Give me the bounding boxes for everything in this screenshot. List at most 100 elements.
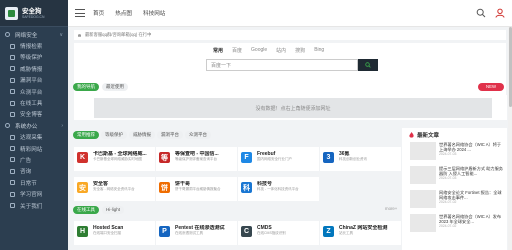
- site-logo-icon: C: [241, 226, 252, 237]
- topbar: 首页 热点图 科技网站: [68, 0, 512, 27]
- site-card[interactable]: P Pentest 在线渗透测试 在线渗透测试工具: [156, 221, 237, 245]
- site-card-desc: 饼干哥漏洞平台威胁情报聚合: [175, 187, 221, 191]
- menu-item-icon: [10, 100, 15, 106]
- sidebar-logo[interactable]: 安全狗 SAFEDOG.CN: [0, 0, 68, 27]
- nav-link-hot[interactable]: 热点图: [115, 9, 132, 17]
- site-card[interactable]: K 卡巴斯基 - 全球网络威... 卡巴斯基全球网络威胁实时地图: [74, 147, 155, 171]
- site-card-text: Freebuf 国内网络安全行业门户: [257, 151, 317, 162]
- sidebar-item[interactable]: 漏洞平台: [0, 75, 68, 86]
- tool-cards-grid: H Hosted Scan 在线端口安全扫描 P Pentest 在线渗透测试 在线渗透测…: [74, 221, 401, 250]
- menu-item-icon: [10, 157, 15, 163]
- nav-link-home[interactable]: 首页: [93, 9, 104, 17]
- site-logo-icon: H: [77, 226, 88, 237]
- category-tab[interactable]: 众测平台: [185, 131, 211, 139]
- site-logo-icon: 饼: [159, 182, 170, 193]
- sidebar-item[interactable]: 众测平台: [0, 86, 68, 97]
- search-engine-tab[interactable]: 常用: [213, 47, 223, 54]
- sidebar-item[interactable]: 在线工具: [0, 97, 68, 108]
- category-tab[interactable]: 威胁情报: [129, 131, 155, 139]
- sidebar-item[interactable]: 系统办公 ›: [0, 120, 68, 131]
- menu-item-icon: [5, 123, 10, 129]
- menu-toggle-icon[interactable]: [75, 9, 85, 17]
- article-date: 2024-07-02: [439, 224, 457, 229]
- tab-my-nav[interactable]: 我的导航: [73, 83, 99, 91]
- sidebar-item[interactable]: 等级保护: [0, 52, 68, 63]
- menu-item-icon: [10, 191, 15, 197]
- menu-item-icon: [10, 146, 15, 152]
- site-card[interactable]: 等等保查吧 - 中国信... 等级保护测评备案查询平台: [156, 147, 237, 171]
- category-tab[interactable]: 漏洞平台: [157, 131, 183, 139]
- search-engine-tab[interactable]: Google: [251, 47, 267, 54]
- article-item[interactable]: 提示三层网络护盾新方式 助力服务器防 入侵人工智能... 2024-07-03: [410, 166, 503, 187]
- site-logo-icon: K: [77, 152, 88, 163]
- bell-icon: [78, 33, 81, 37]
- search-engine-tab[interactable]: 站内: [276, 47, 286, 54]
- sidebar-item-label: 在线工具: [20, 101, 43, 108]
- user-icon[interactable]: [495, 8, 505, 18]
- tab-hi-light[interactable]: Hi-light: [102, 206, 125, 214]
- sidebar-item[interactable]: 咨询: [0, 166, 68, 177]
- search-input[interactable]: 百度一下: [206, 59, 358, 71]
- site-card-text: Pentest 在线渗透测试 在线渗透测试工具: [175, 225, 235, 236]
- notice-bar: 最新客服qq群/咨询邮箱(qq) 在行中: [74, 30, 506, 40]
- search-engine-tab[interactable]: Bing: [314, 47, 324, 54]
- search-placeholder: 百度一下: [211, 62, 232, 69]
- article-date: 2024-07-03: [439, 176, 457, 181]
- site-card-desc: 国内网络安全行业门户: [257, 157, 292, 161]
- sidebar-item-label: 安全博客: [20, 112, 43, 119]
- new-badge[interactable]: NEW: [478, 83, 504, 91]
- tab-online-tools[interactable]: 在线工具: [73, 206, 99, 214]
- site-logo-icon: 安: [77, 182, 88, 193]
- scrollbar-thumb[interactable]: [508, 27, 512, 107]
- article-thumbnail: [410, 190, 436, 208]
- chevron-icon: ∨: [59, 31, 63, 38]
- sidebar-item-label: 威胁情报: [20, 66, 43, 73]
- sidebar-item-label: 关于我们: [20, 203, 43, 210]
- article-item[interactable]: 世界著名网络协会（WIC A）将于上海举办 2024 ... 2024-07-03: [410, 142, 503, 163]
- sidebar-item[interactable]: 广告: [0, 154, 68, 165]
- site-card-text: CMDS 在线CMS指纹识别: [257, 225, 317, 236]
- site-card[interactable]: 安安全客 安全客 - 网络安全资讯平台: [74, 177, 155, 201]
- sidebar-item[interactable]: 精彩网站: [0, 143, 68, 154]
- site-card[interactable]: F Freebuf 国内网络安全行业门户: [238, 147, 319, 171]
- article-item[interactable]: 网络安全论文 Fortinet 报告：全球网络攻击事件... 2024-07-02: [410, 190, 503, 211]
- search-engine-tab[interactable]: 百度: [232, 47, 242, 54]
- tab-recent[interactable]: 最近使用: [102, 83, 128, 91]
- sidebar-item[interactable]: 达观采集: [0, 132, 68, 143]
- category-tab[interactable]: 等级保护: [101, 131, 127, 139]
- sidebar-item-label: 众测平台: [20, 89, 43, 96]
- site-card[interactable]: Z ChinaZ 网站安全检测 站长工具: [320, 221, 401, 245]
- article-title: 提示三层网络护盾新方式 助力服务器防 入侵人工智能...: [439, 166, 503, 177]
- site-card[interactable]: 3 36氪 科技创新创业资讯: [320, 147, 401, 171]
- nav-link-tech[interactable]: 科技网站: [143, 9, 165, 17]
- more-link[interactable]: more+: [385, 206, 397, 211]
- article-item[interactable]: 世界著名网络协会（WIC A）发布2023 年全球安全... 2024-07-02: [410, 214, 503, 235]
- sidebar-item[interactable]: 学习官网: [0, 188, 68, 199]
- sidebar-item[interactable]: 安全博客: [0, 109, 68, 120]
- menu-item-icon: [10, 168, 15, 174]
- menu-item-icon: [5, 32, 10, 38]
- notice-text: 最新客服qq群/咨询邮箱(qq) 在行中: [85, 32, 152, 37]
- site-card[interactable]: 科科技号 科技 - 一体化科技资讯平台: [238, 177, 319, 201]
- site-card-desc: 在线CMS指纹识别: [257, 231, 286, 235]
- search-button[interactable]: [358, 59, 378, 71]
- sidebar-item-label: 达观采集: [20, 135, 43, 142]
- site-card-text: 36氪 科技创新创业资讯: [339, 151, 399, 162]
- article-date: 2024-07-03: [439, 152, 457, 157]
- sidebar-item[interactable]: 威胁情报: [0, 63, 68, 74]
- article-title: 网络安全论文 Fortinet 报告：全球网络攻击事件...: [439, 190, 502, 201]
- sidebar-item[interactable]: 网络安全 ∨: [0, 29, 68, 40]
- sidebar-item[interactable]: 情报检索: [0, 40, 68, 51]
- sidebar-item[interactable]: 日常节: [0, 177, 68, 188]
- article-list: 世界著名网络协会（WIC A）将于上海举办 2024 ... 2024-07-03…: [402, 142, 507, 235]
- site-card-desc: 卡巴斯基全球网络威胁实时地图: [93, 157, 142, 161]
- search-icon[interactable]: [476, 8, 486, 18]
- search-engine-tab[interactable]: 搜狗: [295, 47, 305, 54]
- site-logo-icon: Z: [323, 226, 334, 237]
- site-card[interactable]: 饼饼干哥 饼干哥漏洞平台威胁情报聚合: [156, 177, 237, 201]
- site-card[interactable]: C CMDS 在线CMS指纹识别: [238, 221, 319, 245]
- sidebar-item[interactable]: 关于我们: [0, 200, 68, 211]
- category-tab[interactable]: 常用推荐: [73, 131, 99, 139]
- scrollbar[interactable]: [508, 27, 512, 250]
- site-card[interactable]: H Hosted Scan 在线端口安全扫描: [74, 221, 155, 245]
